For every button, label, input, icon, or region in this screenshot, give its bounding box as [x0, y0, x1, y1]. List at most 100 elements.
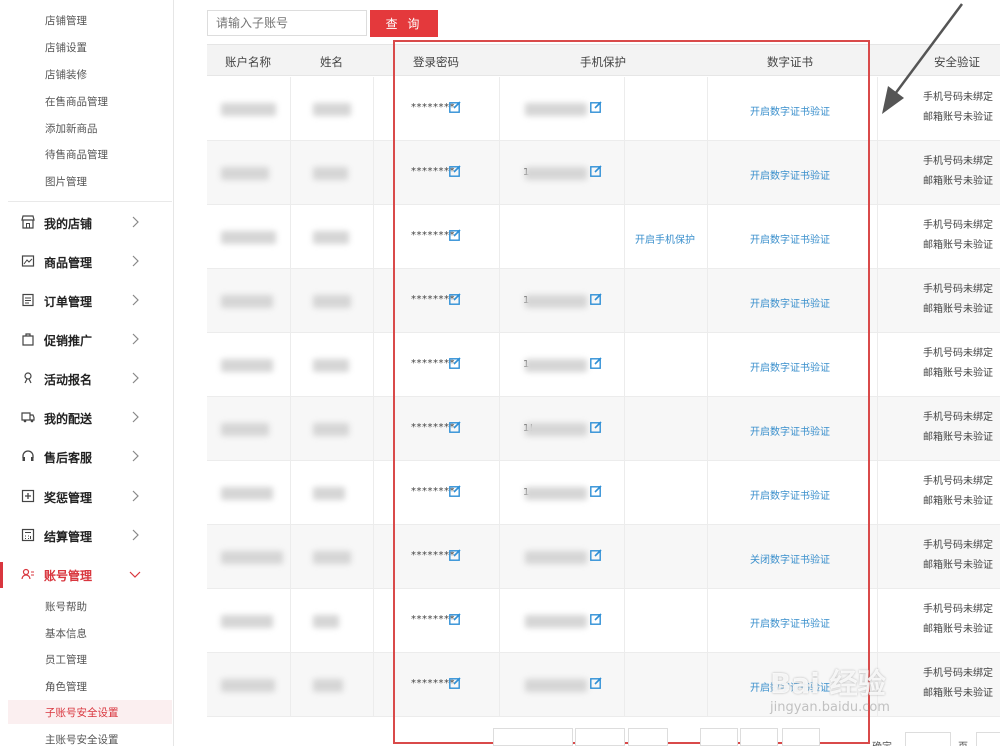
column-divider — [707, 77, 708, 140]
column-divider — [707, 461, 708, 524]
cert-verification-link[interactable]: 开启数字证书验证 — [750, 615, 830, 630]
column-divider — [624, 397, 625, 460]
watermark-url: jingyan.baidu.com — [770, 700, 890, 715]
account-name-redacted — [221, 103, 276, 116]
sidebar-item-label: 账号管理 — [44, 569, 93, 583]
pager-box[interactable] — [628, 728, 668, 746]
column-divider — [624, 333, 625, 396]
sidebar-sub-add-goods[interactable]: 添加新商品 — [45, 121, 98, 136]
sidebar-sub-main-security[interactable]: 主账号安全设置 — [45, 732, 119, 746]
calculator-icon — [21, 528, 35, 542]
plus-box-icon — [21, 489, 35, 503]
sidebar-item-account[interactable]: 账号管理 — [0, 556, 172, 594]
edit-icon[interactable] — [590, 485, 602, 497]
sidebar-item-goods[interactable]: 商品管理 — [8, 243, 172, 281]
table-row: ******** 开启数字证书验证 手机号码未绑定 邮箱账号未验证 — [207, 589, 1000, 653]
edit-icon[interactable] — [590, 677, 602, 689]
go-button[interactable] — [976, 732, 1000, 746]
sidebar-sub-subaccount-security[interactable]: 子账号安全设置 — [8, 700, 172, 724]
edit-icon[interactable] — [449, 677, 461, 689]
chevron-right-icon — [132, 216, 139, 228]
cert-verification-link[interactable]: 开启数字证书验证 — [750, 103, 830, 118]
sidebar-item-customer-service[interactable]: 售后客服 — [8, 438, 172, 476]
edit-icon[interactable] — [449, 165, 461, 177]
sidebar-sub-pending-goods[interactable]: 待售商品管理 — [45, 147, 108, 162]
cert-verification-link[interactable]: 开启数字证书验证 — [750, 231, 830, 246]
edit-icon[interactable] — [590, 293, 602, 305]
pager-box[interactable] — [740, 728, 778, 746]
sidebar-sub-store-decor[interactable]: 店铺装修 — [45, 67, 87, 82]
edit-icon[interactable] — [590, 357, 602, 369]
headset-icon — [22, 450, 34, 461]
table-row: ******** 关闭数字证书验证 手机号码未绑定 邮箱账号未验证 — [207, 525, 1000, 589]
edit-icon[interactable] — [590, 101, 602, 113]
sidebar-sub-store-settings[interactable]: 店铺设置 — [45, 40, 87, 55]
sidebar-item-delivery[interactable]: 我的配送 — [8, 399, 172, 437]
table-row: ********1开启数字证书验证手机号码未绑定邮箱账号未验证 — [207, 269, 1000, 333]
cert-verification-link[interactable]: 开启数字证书验证 — [750, 423, 830, 438]
edit-icon[interactable] — [449, 613, 461, 625]
sidebar-item-rewards[interactable]: 奖惩管理 — [8, 478, 172, 516]
query-button[interactable]: 查 询 — [370, 10, 438, 37]
sidebar-sub-account-help[interactable]: 账号帮助 — [45, 599, 87, 614]
email-verify-status: 邮箱账号未验证 — [923, 240, 993, 251]
edit-icon[interactable] — [590, 165, 602, 177]
cert-verification-link[interactable]: 关闭数字证书验证 — [750, 551, 830, 566]
column-divider — [707, 141, 708, 204]
security-status: 手机号码未绑定 邮箱账号未验证 — [923, 280, 993, 320]
sidebar-sub-basic-info[interactable]: 基本信息 — [45, 626, 87, 641]
edit-icon[interactable] — [590, 421, 602, 433]
pager-box[interactable] — [782, 728, 820, 746]
sidebar-sub-roles[interactable]: 角色管理 — [45, 679, 87, 694]
phone-bind-status: 手机号码未绑定 — [923, 412, 993, 423]
cert-verification-link[interactable]: 开启数字证书验证 — [750, 359, 830, 374]
column-divider — [499, 589, 500, 652]
pager-box[interactable] — [493, 728, 573, 746]
chevron-right-icon — [132, 450, 139, 462]
column-divider — [877, 269, 878, 332]
sidebar-sub-onsale-goods[interactable]: 在售商品管理 — [45, 94, 108, 109]
security-status: 手机号码未绑定 邮箱账号未验证 — [923, 344, 993, 384]
edit-icon[interactable] — [590, 549, 602, 561]
table-row: ********1开启数字证书验证手机号码未绑定邮箱账号未验证 — [207, 333, 1000, 397]
pager-box[interactable] — [575, 728, 625, 746]
phone-bind-status: 手机号码未绑定 — [923, 220, 993, 231]
column-divider — [290, 525, 291, 588]
cert-verification-link[interactable]: 开启数字证书验证 — [750, 295, 830, 310]
edit-icon[interactable] — [449, 357, 461, 369]
column-divider — [290, 269, 291, 332]
edit-icon[interactable] — [449, 485, 461, 497]
column-divider — [499, 397, 500, 460]
edit-icon[interactable] — [449, 293, 461, 305]
sidebar-sub-store-manage[interactable]: 店铺管理 — [45, 13, 87, 28]
enable-phone-protection-link[interactable]: 开启手机保护 — [635, 231, 695, 246]
sidebar-item-my-store[interactable]: 我的店铺 — [8, 204, 172, 242]
column-divider — [624, 589, 625, 652]
search-input[interactable] — [207, 10, 367, 36]
order-icon — [22, 293, 34, 307]
edit-icon[interactable] — [449, 549, 461, 561]
column-divider — [707, 333, 708, 396]
sidebar-sub-images[interactable]: 图片管理 — [45, 174, 87, 189]
sidebar-sub-staff[interactable]: 员工管理 — [45, 652, 87, 667]
sidebar-item-orders[interactable]: 订单管理 — [8, 282, 172, 320]
page-input[interactable] — [905, 732, 951, 746]
edit-icon[interactable] — [449, 421, 461, 433]
sidebar-item-promotion[interactable]: 促销推广 — [8, 321, 172, 359]
cert-verification-link[interactable]: 开启数字证书验证 — [750, 167, 830, 182]
sidebar-item-label: 促销推广 — [44, 334, 93, 348]
person-name-redacted — [313, 103, 351, 116]
phone-bind-status: 手机号码未绑定 — [923, 476, 993, 487]
edit-icon[interactable] — [449, 229, 461, 241]
edit-icon[interactable] — [590, 613, 602, 625]
column-divider — [373, 653, 374, 716]
column-divider — [373, 141, 374, 204]
pager-box[interactable] — [700, 728, 738, 746]
person-name-redacted — [313, 359, 349, 372]
sidebar-item-activity[interactable]: 活动报名 — [8, 360, 172, 398]
sidebar-item-settlement[interactable]: 结算管理 — [8, 517, 172, 555]
edit-icon[interactable] — [449, 101, 461, 113]
cert-verification-link[interactable]: 开启数字证书验证 — [750, 487, 830, 502]
column-divider — [499, 141, 500, 204]
annotation-arrow-icon — [882, 3, 964, 114]
